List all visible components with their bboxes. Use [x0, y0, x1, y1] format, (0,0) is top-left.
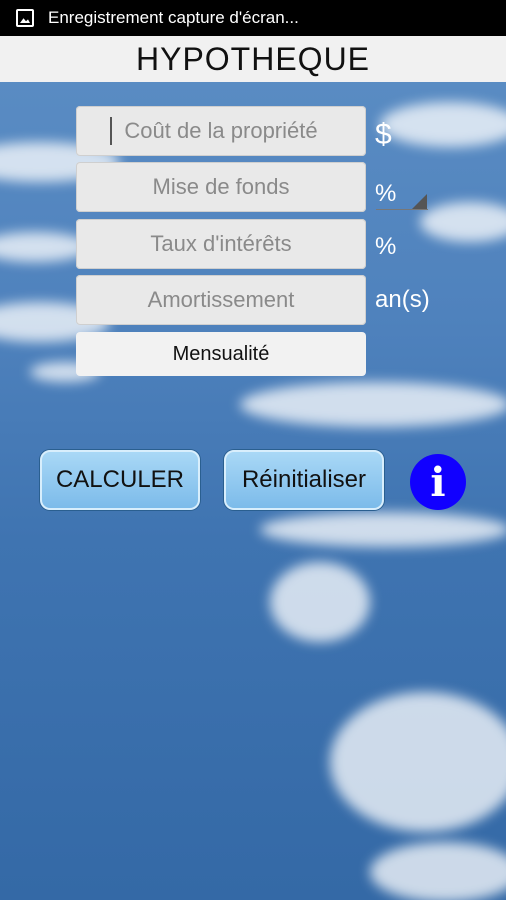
property-cost-input[interactable]: Coût de la propriété	[76, 106, 366, 156]
reset-button[interactable]: Réinitialiser	[224, 450, 384, 510]
status-bar: Enregistrement capture d'écran...	[0, 0, 506, 36]
notification-text: Enregistrement capture d'écran...	[48, 8, 299, 27]
interest-unit-label: %	[375, 233, 397, 260]
interest-rate-placeholder: Taux d'intérêts	[150, 231, 292, 256]
screenshot-icon	[16, 9, 34, 27]
monthly-payment-display: Mensualité	[76, 332, 366, 376]
down-payment-unit-spinner[interactable]: %	[375, 180, 396, 208]
down-payment-placeholder: Mise de fonds	[152, 174, 290, 199]
text-cursor	[110, 117, 112, 145]
years-unit-label: an(s)	[375, 286, 430, 313]
property-cost-placeholder: Coût de la propriété	[124, 118, 318, 143]
app-title: HYPOTHEQUE	[0, 36, 506, 82]
calculate-button[interactable]: CALCULER	[40, 450, 200, 510]
interest-rate-input[interactable]: Taux d'intérêts	[76, 219, 366, 269]
dollar-unit-label: $	[375, 118, 392, 151]
amortization-input[interactable]: Amortissement	[76, 275, 366, 325]
info-icon[interactable]: i	[410, 454, 466, 510]
monthly-payment-label: Mensualité	[172, 342, 270, 365]
down-payment-input[interactable]: Mise de fonds	[76, 162, 366, 212]
spinner-underline	[376, 209, 428, 210]
amortization-placeholder: Amortissement	[147, 287, 295, 312]
